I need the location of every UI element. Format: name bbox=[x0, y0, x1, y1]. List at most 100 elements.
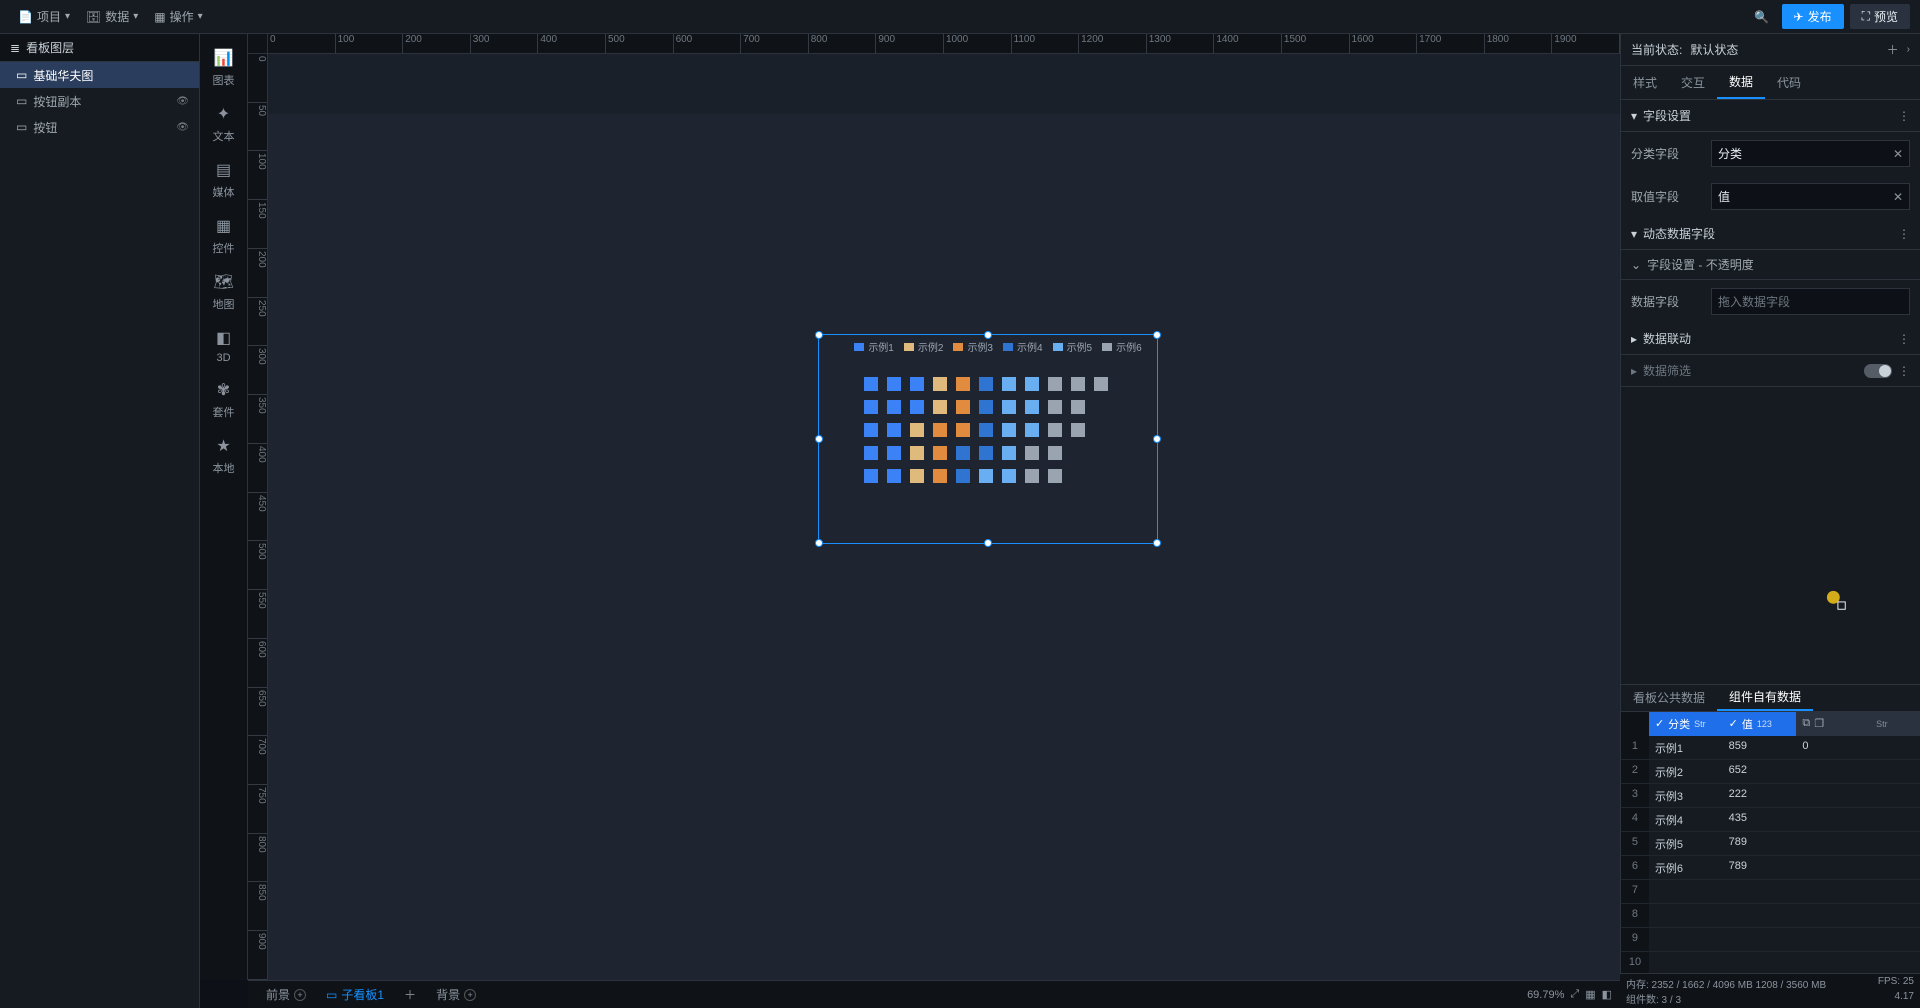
table-row[interactable]: 4 示例4 435 bbox=[1621, 808, 1920, 832]
menu-project[interactable]: 📄 项目 ▾ bbox=[10, 4, 78, 29]
cell[interactable] bbox=[1870, 928, 1920, 952]
menu-data[interactable]: 🗄 数据 ▾ bbox=[78, 4, 146, 29]
canvas-viewport[interactable]: 示例1 示例2 示例3 示例4 示例5 示例6 bbox=[268, 54, 1620, 980]
resize-handle-ne[interactable] bbox=[1153, 331, 1161, 339]
cell[interactable] bbox=[1796, 784, 1870, 808]
selected-widget-waffle[interactable]: 示例1 示例2 示例3 示例4 示例5 示例6 bbox=[818, 334, 1158, 544]
cell[interactable] bbox=[1796, 880, 1870, 904]
resize-handle-e[interactable] bbox=[1153, 435, 1161, 443]
menu-operate[interactable]: ▦ 操作 ▾ bbox=[146, 4, 210, 29]
add-state-button[interactable]: ＋ bbox=[1887, 41, 1899, 58]
data-field-dropzone[interactable]: 拖入数据字段 bbox=[1711, 288, 1910, 315]
section-dynamic-data-fields[interactable]: ▾ 动态数据字段 ⋮ bbox=[1621, 218, 1920, 250]
cell[interactable] bbox=[1649, 904, 1723, 928]
opacity-subsection[interactable]: ⌄ 字段设置 - 不透明度 bbox=[1621, 250, 1920, 280]
cell[interactable] bbox=[1649, 928, 1723, 952]
table-row[interactable]: 10 bbox=[1621, 952, 1920, 976]
col-header-category[interactable]: ✓ 分类 Str bbox=[1649, 712, 1723, 736]
tab-own-data[interactable]: 组件自有数据 bbox=[1717, 685, 1813, 711]
cell[interactable]: 435 bbox=[1723, 808, 1797, 832]
property-tab[interactable]: 数据 bbox=[1717, 66, 1765, 99]
col-header-empty2[interactable]: Str bbox=[1870, 712, 1920, 736]
table-row[interactable]: 6 示例6 789 bbox=[1621, 856, 1920, 880]
col-header-empty1[interactable]: ⧉ ❐ bbox=[1796, 712, 1870, 736]
cell[interactable] bbox=[1870, 808, 1920, 832]
table-row[interactable]: 2 示例2 652 bbox=[1621, 760, 1920, 784]
cell[interactable] bbox=[1870, 736, 1920, 760]
col-header-value[interactable]: ✓ 值 123 bbox=[1723, 712, 1797, 736]
cell[interactable]: 示例3 bbox=[1649, 784, 1723, 808]
cell[interactable] bbox=[1723, 904, 1797, 928]
property-tab[interactable]: 代码 bbox=[1765, 66, 1813, 99]
plus-icon[interactable]: + bbox=[294, 989, 306, 1001]
category-item[interactable]: ✦ 文本 bbox=[200, 96, 248, 152]
property-tab[interactable]: 交互 bbox=[1669, 66, 1717, 99]
table-row[interactable]: 5 示例5 789 bbox=[1621, 832, 1920, 856]
section-data-filter[interactable]: ▸ 数据筛选 ⋮ bbox=[1621, 355, 1920, 387]
resize-handle-se[interactable] bbox=[1153, 539, 1161, 547]
category-field-input[interactable]: 分类 ✕ bbox=[1711, 140, 1910, 167]
table-row[interactable]: 1 示例1 859 0 bbox=[1621, 736, 1920, 760]
resize-handle-nw[interactable] bbox=[815, 331, 823, 339]
search-button[interactable]: 🔍 bbox=[1748, 3, 1776, 31]
resize-handle-n[interactable] bbox=[984, 331, 992, 339]
category-item[interactable]: ◧ 3D bbox=[200, 320, 248, 372]
cell[interactable] bbox=[1723, 952, 1797, 976]
cell[interactable] bbox=[1796, 904, 1870, 928]
cell[interactable]: 示例6 bbox=[1649, 856, 1723, 880]
cell[interactable] bbox=[1796, 832, 1870, 856]
cell[interactable] bbox=[1649, 880, 1723, 904]
category-item[interactable]: ★ 本地 bbox=[200, 428, 248, 484]
eye-icon[interactable]: 👁 bbox=[176, 122, 189, 133]
cell[interactable]: 示例2 bbox=[1649, 760, 1723, 784]
cell[interactable] bbox=[1870, 760, 1920, 784]
layer-item[interactable]: ▭ 按钮 👁 bbox=[0, 114, 199, 140]
publish-button[interactable]: ✈ 发布 bbox=[1782, 4, 1844, 29]
cell[interactable] bbox=[1723, 928, 1797, 952]
cell[interactable]: 0 bbox=[1796, 736, 1870, 760]
table-row[interactable]: 9 bbox=[1621, 928, 1920, 952]
grid-icon[interactable]: ▦ bbox=[1585, 988, 1595, 1001]
cell[interactable] bbox=[1870, 880, 1920, 904]
value-field-input[interactable]: 值 ✕ bbox=[1711, 183, 1910, 210]
section-data-link[interactable]: ▸ 数据联动 ⋮ bbox=[1621, 323, 1920, 355]
clear-icon[interactable]: ✕ bbox=[1893, 190, 1903, 204]
table-row[interactable]: 3 示例3 222 bbox=[1621, 784, 1920, 808]
canvas-content[interactable]: 示例1 示例2 示例3 示例4 示例5 示例6 bbox=[268, 114, 1620, 980]
more-icon[interactable]: ⋮ bbox=[1898, 364, 1910, 378]
table-row[interactable]: 7 bbox=[1621, 880, 1920, 904]
data-table[interactable]: ✓ 分类 Str ✓ 值 123 ⧉ ❐ Str 1 示例1 859 0 2 示… bbox=[1621, 712, 1920, 1008]
resize-handle-w[interactable] bbox=[815, 435, 823, 443]
state-value[interactable]: 默认状态 bbox=[1690, 41, 1738, 58]
cell[interactable]: 示例5 bbox=[1649, 832, 1723, 856]
fit-icon[interactable]: ⤢ bbox=[1570, 988, 1579, 1001]
cell[interactable] bbox=[1870, 904, 1920, 928]
cell[interactable] bbox=[1796, 928, 1870, 952]
more-icon[interactable]: ⋮ bbox=[1898, 227, 1910, 241]
plus-icon[interactable]: + bbox=[464, 989, 476, 1001]
cell[interactable]: 示例4 bbox=[1649, 808, 1723, 832]
tab-public-data[interactable]: 看板公共数据 bbox=[1621, 685, 1717, 711]
cell[interactable] bbox=[1649, 952, 1723, 976]
category-item[interactable]: ▦ 控件 bbox=[200, 208, 248, 264]
cell[interactable]: 652 bbox=[1723, 760, 1797, 784]
cell[interactable] bbox=[1870, 856, 1920, 880]
layer-item[interactable]: ▭ 按钮副本 👁 bbox=[0, 88, 199, 114]
eye-icon[interactable]: 👁 bbox=[176, 96, 189, 107]
tab-add[interactable]: ＋ bbox=[394, 982, 426, 1007]
more-icon[interactable]: ⋮ bbox=[1898, 332, 1910, 346]
cell[interactable] bbox=[1796, 808, 1870, 832]
cell[interactable]: 示例1 bbox=[1649, 736, 1723, 760]
zoom-controls[interactable]: 69.79% ⤢ ▦ ◧ bbox=[1527, 988, 1612, 1001]
cell[interactable]: 789 bbox=[1723, 832, 1797, 856]
cell[interactable] bbox=[1796, 952, 1870, 976]
data-filter-toggle[interactable] bbox=[1864, 364, 1892, 378]
more-icon[interactable]: ⋮ bbox=[1898, 109, 1910, 123]
clear-icon[interactable]: ✕ bbox=[1893, 147, 1903, 161]
cell[interactable] bbox=[1870, 784, 1920, 808]
resize-handle-sw[interactable] bbox=[815, 539, 823, 547]
tab-background[interactable]: 背景 + bbox=[426, 982, 486, 1007]
cell[interactable]: 789 bbox=[1723, 856, 1797, 880]
category-item[interactable]: 📊 图表 bbox=[200, 40, 248, 96]
layer-icon[interactable]: ◧ bbox=[1602, 988, 1612, 1001]
